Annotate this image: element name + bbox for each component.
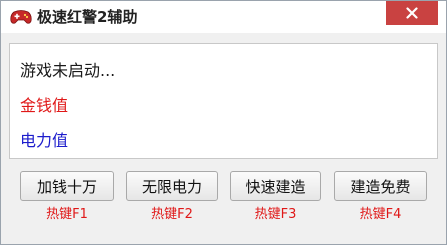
window-title: 极速红警2辅助 [37,8,138,26]
hotkey-label-f1: 热键F1 [46,207,88,222]
close-icon [406,7,418,19]
fast-build-button[interactable]: 快速建造 [230,171,321,201]
hotkey-label-f3: 热键F3 [254,207,297,222]
power-label: 电力值 [20,131,69,150]
add-money-button[interactable]: 加钱十万 [20,171,114,201]
status-text: 游戏未启动... [20,61,116,80]
hotkey-label-f4: 热键F4 [359,207,402,222]
title-bar[interactable]: 极速红警2辅助 [1,1,446,33]
money-label: 金钱值 [20,96,69,115]
close-button[interactable] [386,1,438,25]
free-build-button[interactable]: 建造免费 [334,171,427,201]
gamepad-icon [10,9,32,25]
app-window: 极速红警2辅助 游戏未启动... 金钱值 电力值 加钱十万 无限电力 快速建造 … [0,0,447,245]
info-panel: 游戏未启动... 金钱值 电力值 [9,43,438,159]
infinite-power-button[interactable]: 无限电力 [126,171,218,201]
hotkey-label-f2: 热键F2 [151,207,193,222]
